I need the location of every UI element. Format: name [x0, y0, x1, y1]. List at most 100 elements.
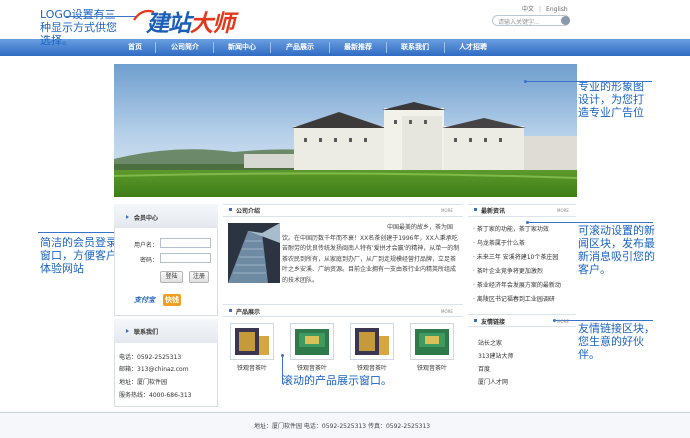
password-input[interactable]	[160, 253, 211, 263]
register-button[interactable]: 注册	[189, 271, 209, 283]
site-logo[interactable]: 建站大师	[146, 4, 235, 38]
bullet-icon	[229, 208, 232, 211]
banner-image	[114, 64, 577, 197]
login-button[interactable]: 登陆	[160, 271, 183, 283]
annotation-logo: LOGO设置有三种显示方式供您选择。	[40, 8, 117, 47]
annotation-products: 滚动的产品展示窗口。	[282, 374, 392, 387]
divider	[223, 316, 463, 317]
member-panel-header	[114, 204, 218, 228]
nav-divider	[155, 42, 156, 53]
annotation-line	[38, 232, 118, 233]
logo-accent: 大师	[190, 11, 235, 37]
contact-phone: 电话：0592-2525313	[119, 354, 182, 361]
bullet-icon	[229, 309, 232, 312]
arrow-icon	[126, 215, 129, 219]
news-item[interactable]: · 离陵区书记福春到工业园调研	[473, 294, 555, 303]
bullet-icon	[474, 319, 477, 322]
news-more-link[interactable]: MORE	[557, 208, 569, 213]
alipay-badge: 支付宝	[134, 296, 155, 304]
divider	[223, 204, 463, 205]
links-more-link[interactable]: MORE	[557, 319, 569, 324]
kuaiqian-badge: 快钱	[163, 294, 181, 306]
product-card[interactable]	[350, 323, 394, 360]
nav-item-home[interactable]: 首页	[120, 39, 150, 56]
username-label: 用户名：	[134, 242, 159, 249]
divider	[468, 204, 576, 205]
company-text: 中国最美的故乡，茶为国饮。在中国历数千年而不衰！XX名茶创建于1996年，XX人…	[282, 224, 460, 284]
divider	[223, 216, 463, 217]
annotation-line	[282, 356, 283, 384]
news-item-text[interactable]: 茶丁家的功能，茶丁家功效	[477, 226, 549, 233]
nav-item-recommend[interactable]: 最新推荐	[336, 39, 380, 56]
logo-main: 建站	[146, 11, 191, 37]
company-image	[228, 223, 280, 283]
divider	[223, 304, 463, 305]
search-icon[interactable]	[561, 16, 570, 25]
annotation-banner: 专业的形象图设计，为您打造专业广告位	[578, 80, 644, 119]
lang-cn-link[interactable]: 中文	[522, 6, 534, 13]
nav-item-about[interactable]: 公司简介	[163, 39, 207, 56]
news-title: 最新资讯	[481, 208, 506, 215]
products-more-link[interactable]: MORE	[441, 309, 453, 314]
password-label: 密码：	[140, 257, 159, 264]
news-item[interactable]: · 茶业经济年会发展方案的最新动	[473, 280, 561, 289]
member-title: 会员中心	[134, 215, 159, 222]
news-item-text[interactable]: 离陵区书记福春到工业园调研	[477, 296, 555, 303]
annotation-line	[555, 320, 653, 321]
nav-item-news[interactable]: 新闻中心	[220, 39, 264, 56]
annotation-line	[66, 16, 136, 17]
nav-item-contact[interactable]: 联系我们	[393, 39, 437, 56]
annotation-line	[528, 222, 653, 223]
news-item-text[interactable]: 茶叶企业竞争将更加激烈	[477, 268, 543, 275]
divider	[468, 216, 576, 217]
nav-item-jobs[interactable]: 人才招聘	[451, 39, 495, 56]
friend-link[interactable]: 厦门人才网	[478, 377, 508, 386]
username-input[interactable]	[160, 238, 211, 248]
friend-link[interactable]: 站长之家	[478, 338, 502, 347]
news-item-text[interactable]: 茶业经济年会发展方案的最新动	[477, 282, 561, 289]
product-name[interactable]: 铁观音茶叶	[344, 363, 400, 372]
links-title: 友情链接	[481, 319, 506, 326]
contact-title: 联系我们	[134, 329, 159, 336]
product-name[interactable]: 铁观音茶叶	[284, 363, 340, 372]
nav-divider	[213, 42, 214, 53]
news-item-text[interactable]: 未来三年 安溪将建10个茶庄园	[477, 254, 559, 261]
product-card[interactable]	[230, 323, 274, 360]
company-title: 公司介绍	[236, 208, 261, 215]
news-item-text[interactable]: 乌龙茶属于什么茶	[477, 240, 525, 247]
company-more-link[interactable]: MORE	[441, 208, 453, 213]
products-title: 产品展示	[236, 309, 261, 316]
news-item[interactable]: · 未来三年 安溪将建10个茶庄园	[473, 252, 558, 261]
language-switch: 中文 | English	[522, 4, 568, 13]
news-item[interactable]: · 茶叶企业竞争将更加激烈	[473, 266, 543, 275]
product-name[interactable]: 铁观音茶叶	[224, 363, 280, 372]
nav-divider	[270, 42, 271, 53]
product-card[interactable]	[410, 323, 454, 360]
nav-item-products[interactable]: 产品展示	[278, 39, 322, 56]
bullet-icon	[474, 208, 477, 211]
news-item[interactable]: · 茶丁家的功能，茶丁家功效	[473, 224, 549, 233]
annotation-news: 可滚动设置的新闻区块，发布最新消息吸引您的客户。	[578, 224, 655, 276]
divider	[468, 314, 576, 315]
product-name[interactable]: 铁观音茶叶	[404, 363, 460, 372]
friend-link[interactable]: 百度	[478, 364, 490, 373]
nav-divider	[386, 42, 387, 53]
contact-hotline: 服务热线：4000-686-313	[119, 392, 192, 399]
annotation-links: 友情链接区块，您生意的好伙伴。	[578, 322, 655, 361]
nav-divider	[444, 42, 445, 53]
lang-separator: |	[539, 6, 542, 13]
search-input[interactable]: 请输入关键字...	[492, 15, 570, 26]
lang-en-link[interactable]: English	[546, 6, 568, 13]
annotation-line	[526, 81, 652, 82]
contact-email: 邮箱：313@chinaz.com	[119, 366, 189, 373]
contact-address: 地址：厦门软件园	[119, 379, 168, 386]
nav-divider	[329, 42, 330, 53]
footer-text: 地址：厦门软件园 电话：0592-2525313 传真：0592-2525313	[254, 423, 431, 430]
divider	[468, 326, 576, 327]
news-item[interactable]: · 乌龙茶属于什么茶	[473, 238, 525, 247]
product-card[interactable]	[290, 323, 334, 360]
annotation-member: 简洁的会员登录窗口，方便客户体验网站	[40, 236, 117, 275]
friend-link[interactable]: 313建站大师	[478, 351, 513, 360]
contact-panel-header	[114, 319, 218, 343]
arrow-icon	[126, 329, 129, 333]
